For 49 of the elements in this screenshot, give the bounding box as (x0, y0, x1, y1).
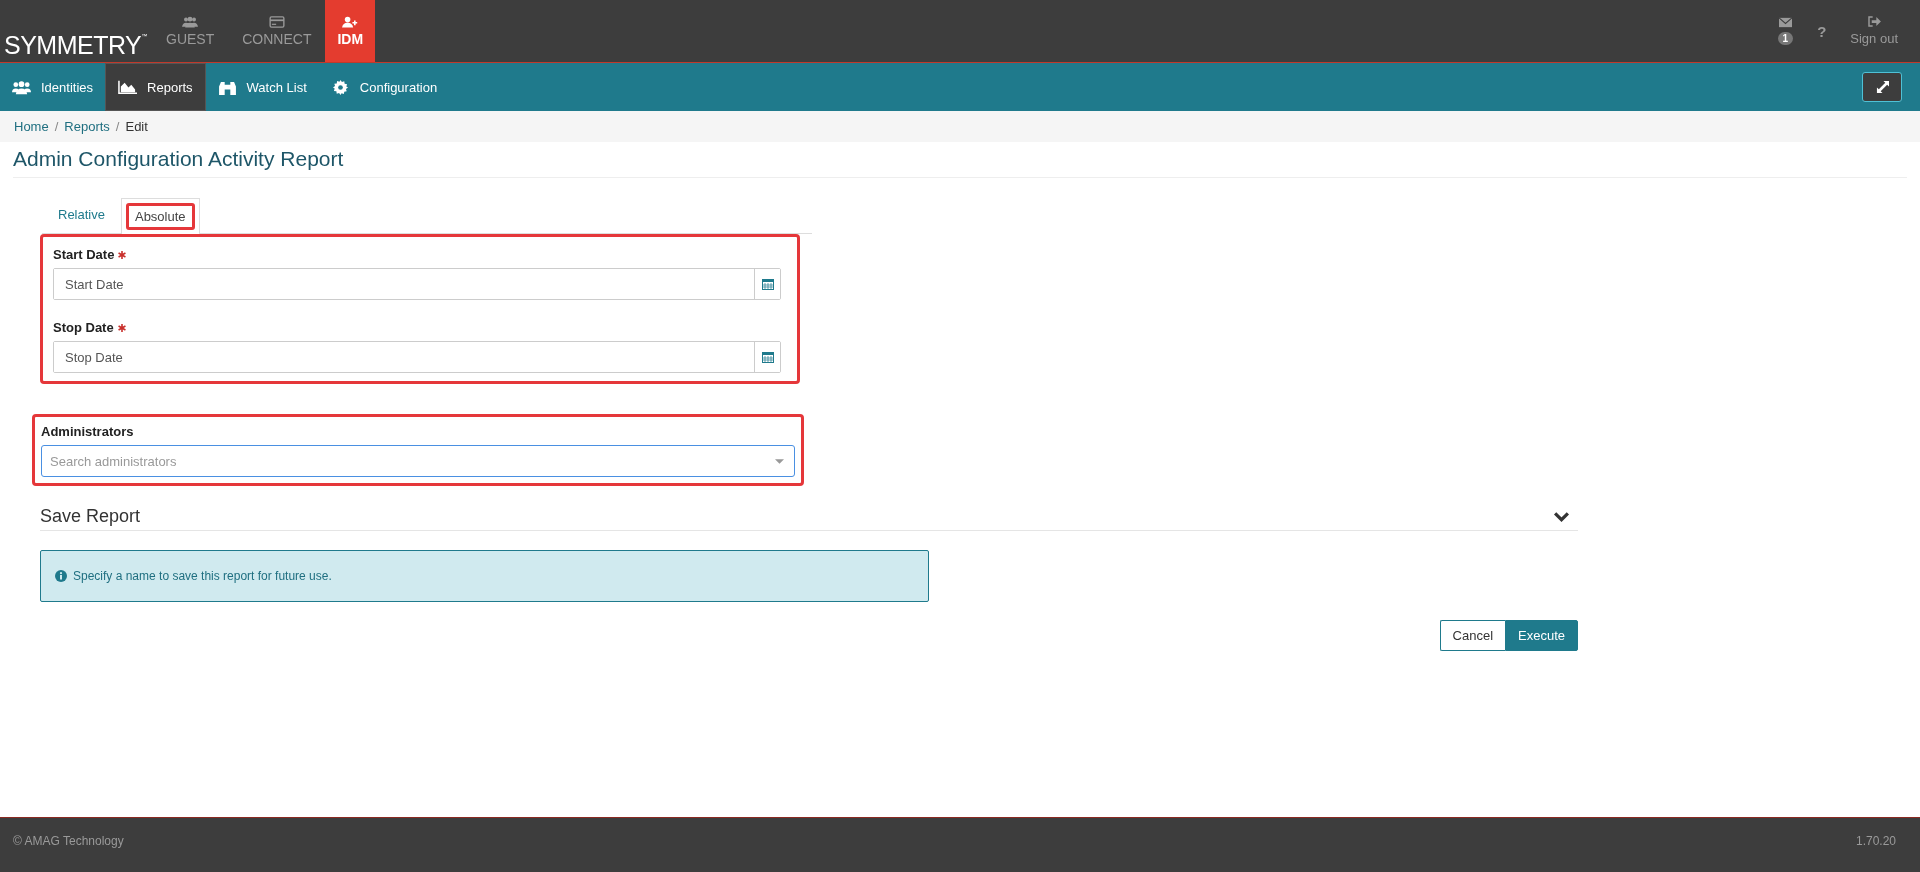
binoculars-icon (217, 79, 237, 95)
sign-out-button[interactable]: Sign out (1838, 0, 1920, 62)
field-label: Start Date (53, 247, 115, 262)
chevron-down-icon[interactable] (1553, 511, 1570, 522)
envelope-icon (1778, 17, 1792, 28)
symmetry-logo: SYMMETRY$^{™}$ (0, 0, 152, 62)
calendar-button[interactable] (754, 342, 780, 372)
caret-icon (775, 458, 784, 464)
calendar-icon (761, 278, 774, 290)
card-icon (268, 15, 285, 28)
module-tab[interactable]: CONNECT (228, 0, 326, 62)
expand-icon (1875, 80, 1889, 94)
message-count-badge: 1 (1777, 32, 1794, 45)
nav-tab[interactable]: Configuration (318, 63, 450, 111)
execute-button[interactable]: Execute (1505, 620, 1578, 651)
help-button[interactable]: ? (1805, 0, 1839, 62)
page-title: Admin Configuration Activity Report (13, 147, 1907, 178)
breadcrumb-link[interactable]: Reports (64, 119, 110, 134)
field-label: Administrators (41, 424, 134, 439)
breadcrumb-link[interactable]: Edit (125, 119, 148, 134)
people-icon (12, 79, 31, 95)
calendar-icon (761, 351, 774, 363)
tab[interactable]: Relative (42, 198, 121, 234)
module-tab[interactable]: GUEST (152, 0, 229, 62)
nav-tab[interactable]: Identities (0, 63, 106, 111)
people-icon (182, 15, 199, 28)
breadcrumb-separator: / (115, 119, 120, 134)
breadcrumb-link[interactable]: Home (14, 119, 49, 134)
info-text: Specify a name to save this report for future use. (73, 569, 332, 583)
info-icon (55, 570, 67, 582)
gear-icon (330, 79, 350, 95)
tab[interactable]: Absolute (120, 198, 200, 234)
user-plus-icon (342, 15, 359, 28)
administrators-select[interactable]: Search administrators (41, 445, 795, 477)
breadcrumb-separator: / (54, 119, 59, 134)
search-input[interactable]: Search administrators (42, 453, 775, 469)
copyright-text: © AMAG Technology (13, 834, 124, 848)
fullscreen-button[interactable] (1862, 72, 1902, 102)
sign-out-icon (1867, 16, 1881, 27)
cancel-button[interactable]: Cancel (1439, 620, 1505, 651)
field-label: Stop Date (53, 320, 114, 335)
messages-button[interactable]: 1 (1765, 0, 1806, 62)
module-tab[interactable]: IDM (325, 0, 376, 62)
nav-tab[interactable]: Watch List (205, 63, 319, 111)
area-chart-icon (118, 79, 138, 95)
calendar-button[interactable] (754, 269, 780, 299)
section-title: Save Report (40, 506, 141, 527)
version-text: 1.70.20 (1855, 834, 1896, 848)
nav-tab[interactable]: Reports (105, 63, 206, 111)
